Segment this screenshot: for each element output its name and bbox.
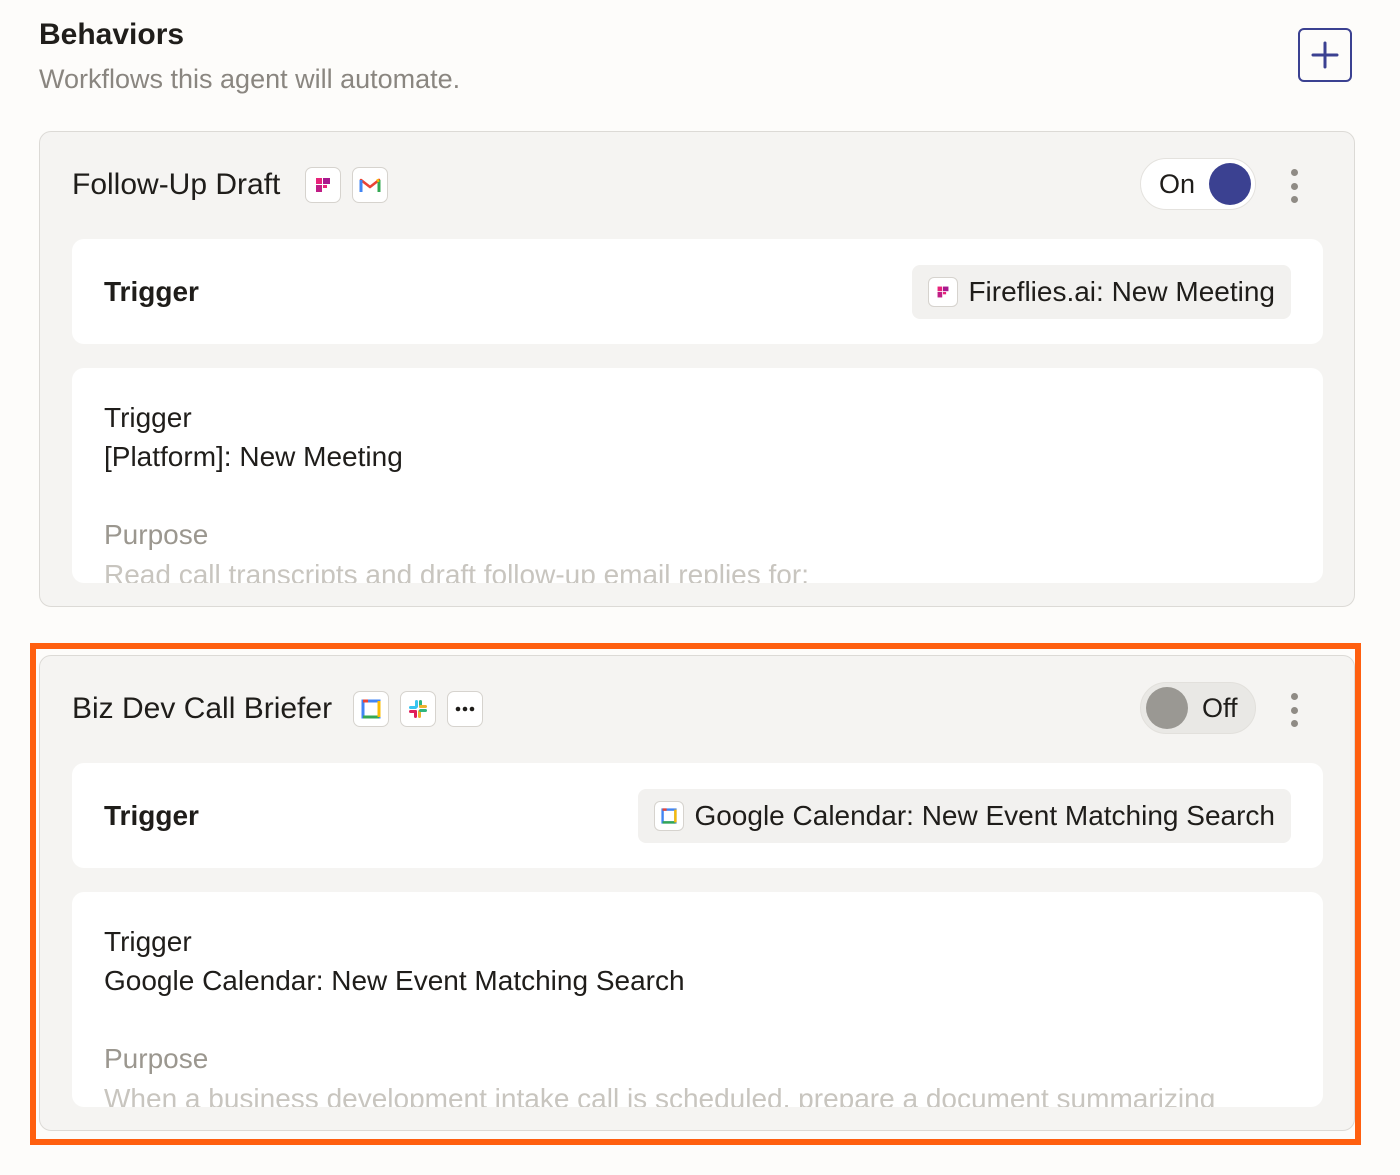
more-apps-button[interactable] (447, 691, 483, 727)
trigger-label: Trigger (104, 276, 199, 307)
google-calendar-icon (661, 808, 678, 824)
plus-icon (1311, 41, 1339, 69)
trigger-app-name: Google Calendar: New Event Matching Sear… (694, 800, 1275, 831)
behavior-card-biz-dev-call-briefer: Biz Dev Call Briefer Off Trigger Google … (39, 655, 1355, 1131)
purpose-text: Read call transcripts and draft follow-u… (104, 559, 809, 583)
purpose-text: When a business development intake call … (104, 1083, 1216, 1107)
slack-icon (409, 700, 427, 718)
behavior-menu-button[interactable] (1284, 693, 1304, 727)
kebab-dot (1290, 196, 1298, 203)
add-behavior-button[interactable] (1298, 28, 1352, 82)
purpose-heading: Purpose (104, 519, 209, 550)
kebab-dot (1290, 706, 1298, 714)
more-apps-icon (455, 706, 475, 712)
gmail-app-icon (352, 167, 388, 203)
google-calendar-icon (361, 699, 381, 719)
trigger-app-pill[interactable]: Google Calendar: New Event Matching Sear… (638, 789, 1291, 843)
toggle-label: On (1159, 168, 1196, 199)
trigger-row: Trigger Fireflies.ai: New Meeting (72, 239, 1323, 344)
behavior-card-follow-up-draft: Follow-Up Draft On Trigger Fireflies.ai:… (39, 131, 1355, 607)
slack-app-icon (400, 691, 436, 727)
detail-trigger-heading: Trigger (104, 926, 192, 957)
fireflies-app-icon (305, 167, 341, 203)
toggle-knob (1146, 687, 1188, 729)
fireflies-icon (316, 178, 330, 192)
detail-trigger-heading: Trigger (104, 402, 192, 433)
kebab-dot (1290, 182, 1298, 190)
toggle-label: Off (1202, 692, 1238, 723)
gmail-icon (359, 178, 381, 192)
trigger-app-pill[interactable]: Fireflies.ai: New Meeting (912, 265, 1291, 319)
trigger-app-name: Fireflies.ai: New Meeting (968, 276, 1275, 307)
detail-trigger-value: [Platform]: New Meeting (104, 441, 403, 472)
behavior-details: Trigger [Platform]: New Meeting Purpose … (72, 368, 1323, 583)
trigger-label: Trigger (104, 800, 199, 831)
trigger-row: Trigger Google Calendar: New Event Match… (72, 763, 1323, 868)
behavior-menu-button[interactable] (1284, 169, 1304, 203)
behaviors-title: Behaviors (39, 18, 185, 51)
kebab-dot (1290, 693, 1298, 700)
purpose-heading: Purpose (104, 1043, 209, 1074)
behavior-toggle-off[interactable]: Off (1140, 682, 1256, 734)
behavior-details: Trigger Google Calendar: New Event Match… (72, 892, 1323, 1107)
google-calendar-app-icon (353, 691, 389, 727)
google-calendar-mini-app-icon (654, 801, 685, 831)
behaviors-subtitle: Workflows this agent will automate. (39, 64, 461, 94)
kebab-dot (1290, 720, 1298, 727)
detail-trigger-value: Google Calendar: New Event Matching Sear… (104, 965, 685, 996)
kebab-dot (1290, 169, 1298, 176)
fireflies-icon (937, 286, 949, 298)
behavior-title: Biz Dev Call Briefer (72, 692, 333, 725)
toggle-knob (1209, 163, 1252, 205)
fireflies-mini-app-icon (928, 277, 959, 307)
behavior-toggle-on[interactable]: On (1140, 158, 1256, 210)
behavior-title: Follow-Up Draft (72, 168, 281, 201)
